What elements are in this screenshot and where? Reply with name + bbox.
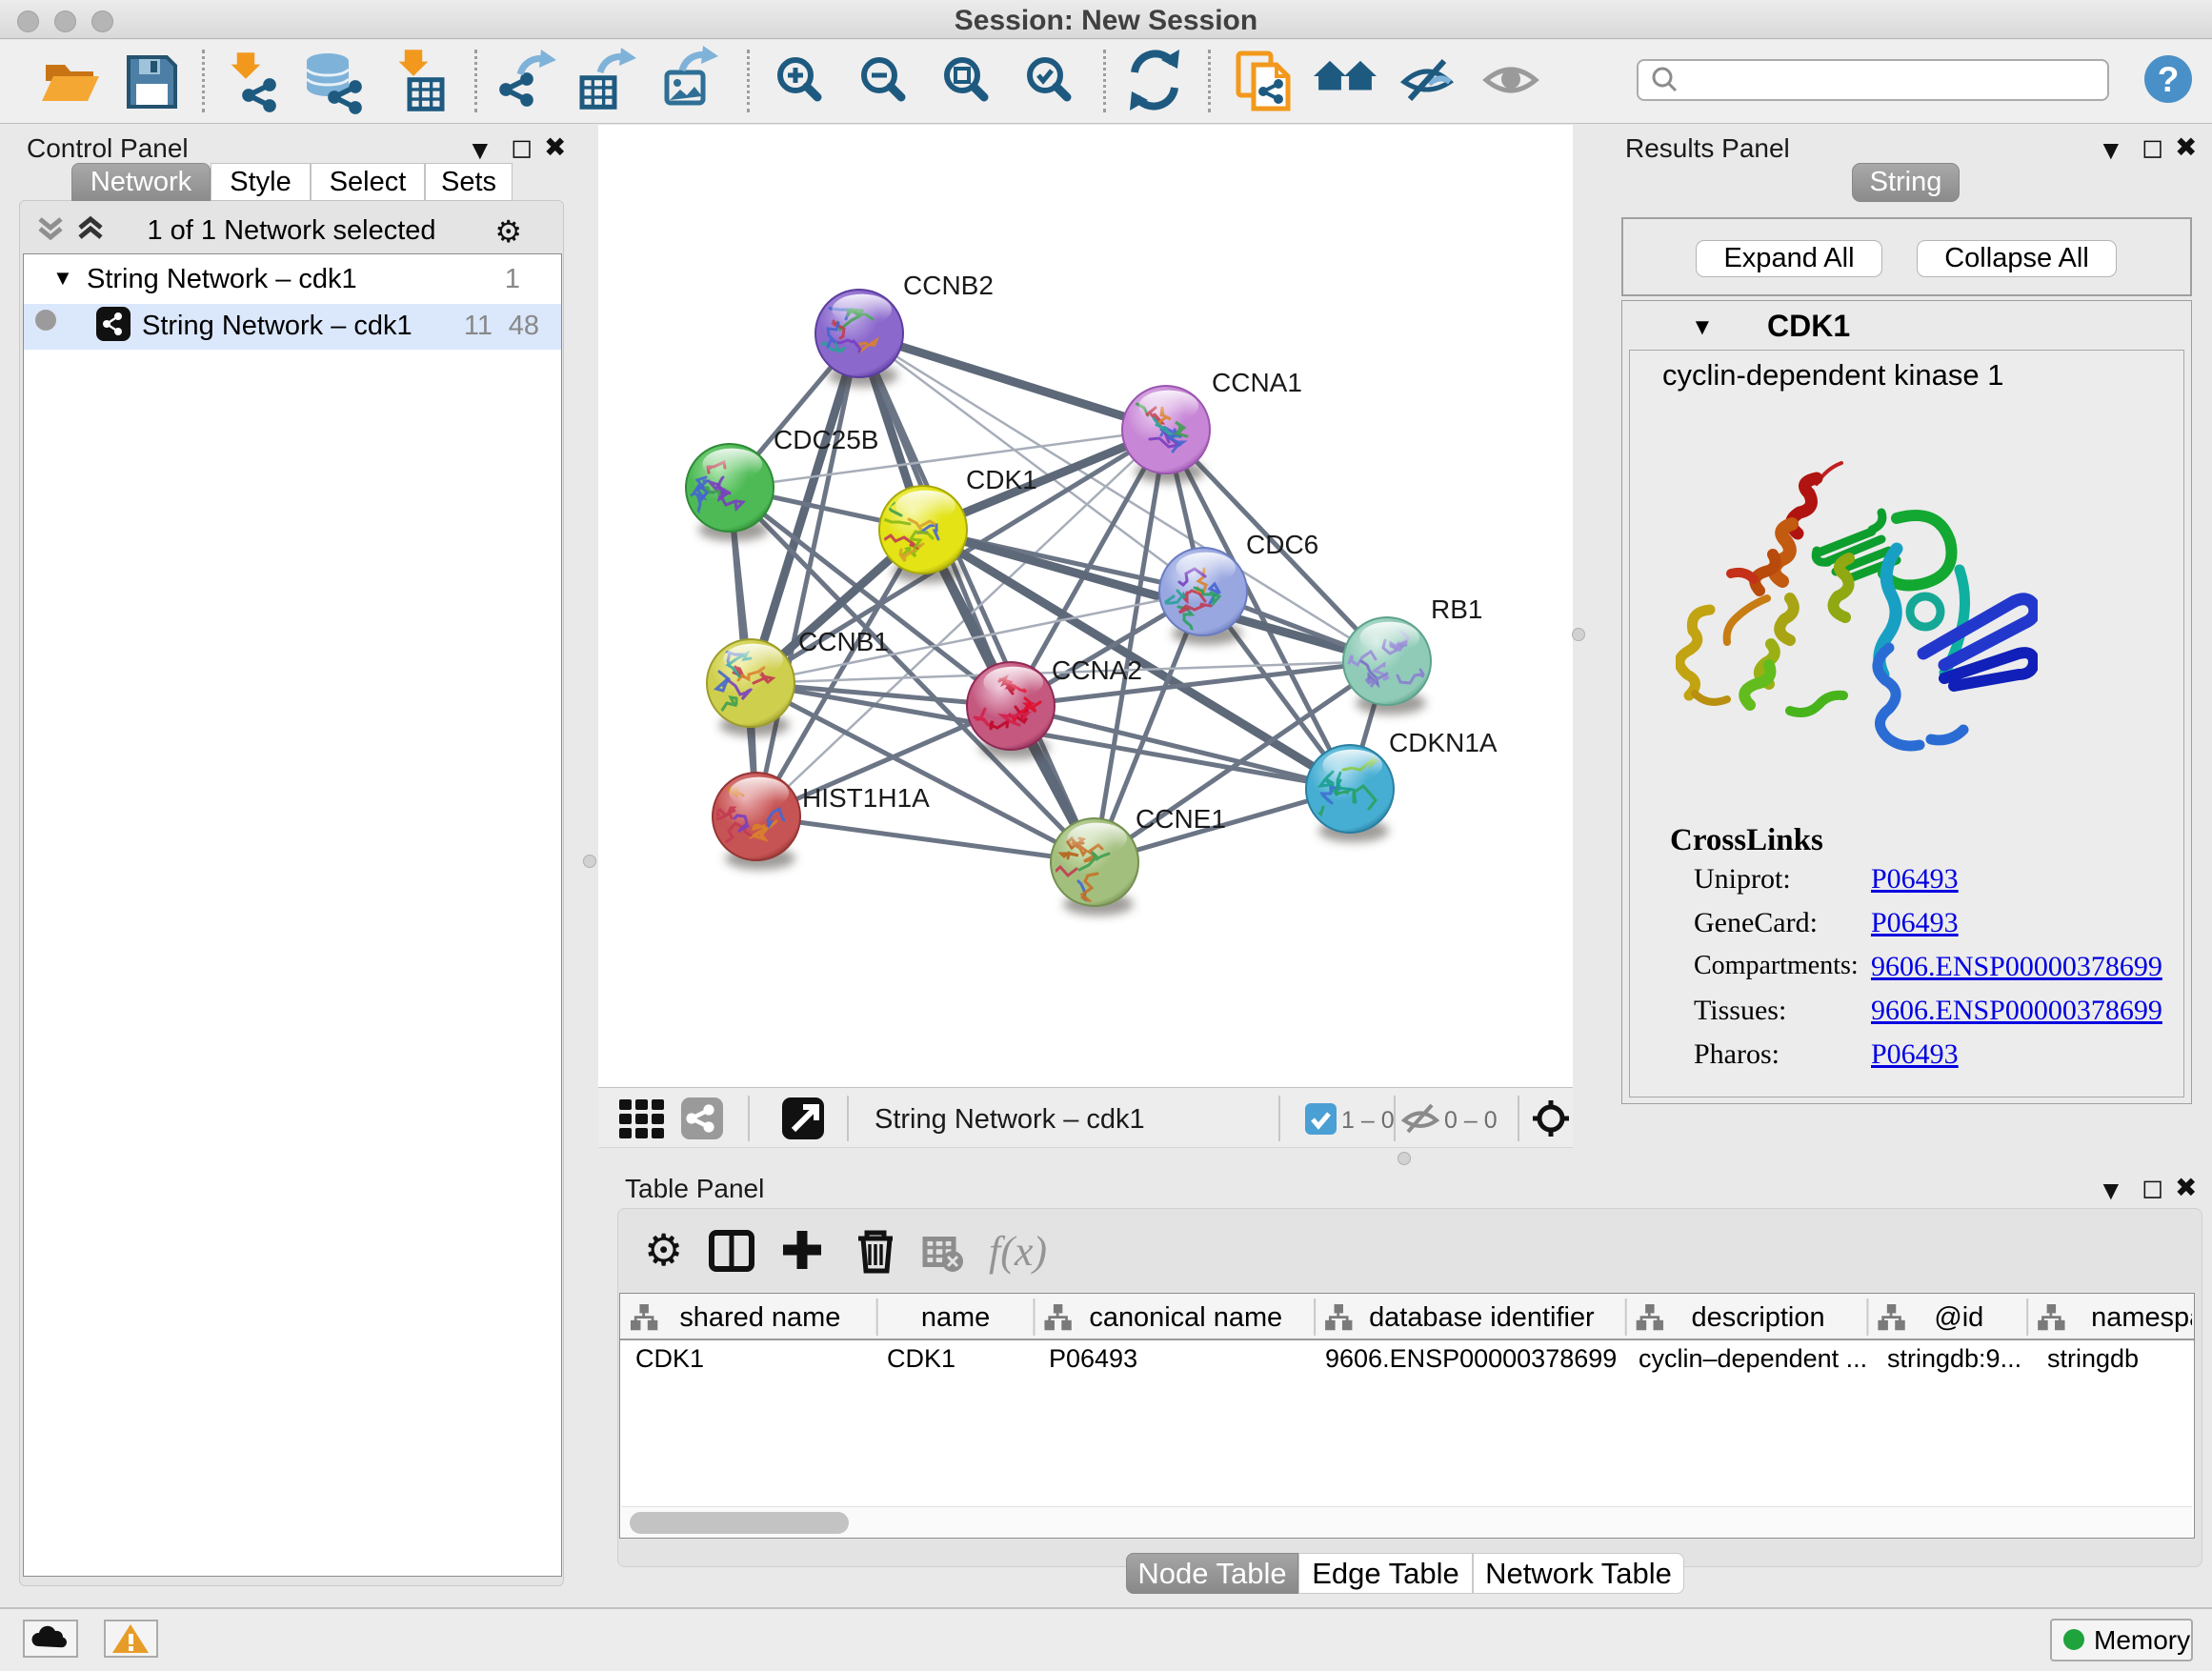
svg-text:CCNB1: CCNB1 — [798, 627, 889, 656]
svg-text:⚙: ⚙ — [644, 1225, 683, 1275]
svg-text:0 – 0: 0 – 0 — [1444, 1107, 1498, 1134]
svg-text:RB1: RB1 — [1431, 594, 1482, 624]
svg-text:CCNA2: CCNA2 — [1052, 655, 1142, 685]
svg-text:HIST1H1A: HIST1H1A — [802, 783, 930, 813]
svg-text:database identifier: database identifier — [1369, 1302, 1595, 1333]
svg-text:CDK1: CDK1 — [966, 465, 1037, 494]
svg-text:f(x): f(x) — [989, 1228, 1047, 1275]
svg-text:CDC25B: CDC25B — [774, 425, 878, 454]
svg-text:?: ? — [2158, 60, 2180, 99]
svg-text:@id: @id — [1934, 1302, 1983, 1333]
svg-text:CDKN1A: CDKN1A — [1389, 728, 1498, 757]
svg-text:String Network – cdk1: String Network – cdk1 — [875, 1104, 1145, 1135]
svg-text:description: description — [1692, 1302, 1825, 1333]
svg-text:CCNE1: CCNE1 — [1136, 804, 1226, 834]
svg-text:name: name — [921, 1302, 990, 1333]
svg-text:namespace: namespace — [2091, 1302, 2192, 1333]
svg-text:CCNA1: CCNA1 — [1212, 368, 1302, 397]
svg-text:1 – 0: 1 – 0 — [1341, 1107, 1395, 1134]
svg-text:CDC6: CDC6 — [1246, 530, 1318, 559]
svg-text:shared name: shared name — [679, 1302, 840, 1333]
svg-text:canonical name: canonical name — [1089, 1302, 1282, 1333]
svg-text:CCNB2: CCNB2 — [903, 271, 994, 300]
